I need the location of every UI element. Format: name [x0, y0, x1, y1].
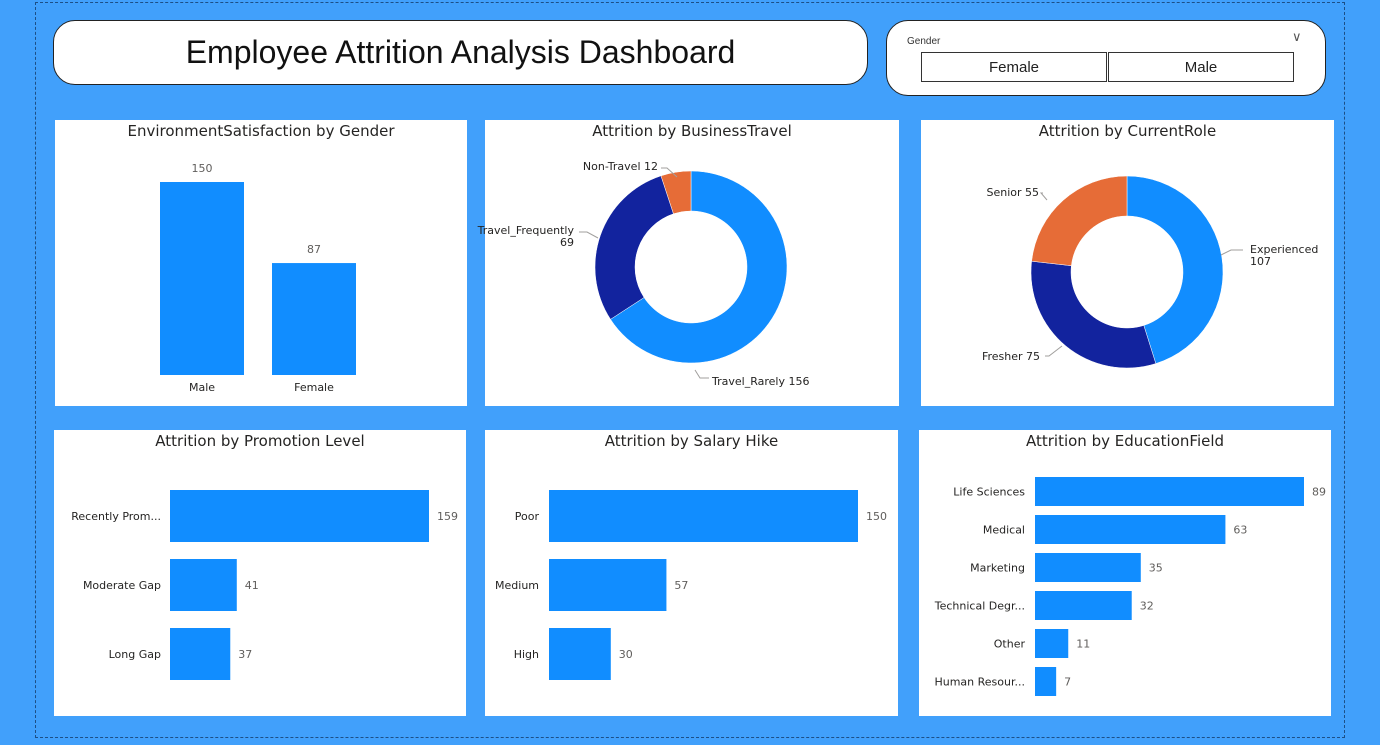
dashboard-title: Employee Attrition Analysis Dashboard: [185, 34, 736, 70]
y-tick-label: Medical: [983, 524, 1025, 537]
chart-svg: EnvironmentSatisfaction by Gender 150 Male…: [127, 122, 395, 394]
chart-title: Attrition by Promotion Level: [155, 432, 364, 450]
slice-label: 69: [560, 236, 574, 249]
donut-slice: [594, 175, 674, 320]
leader-line: [1045, 345, 1063, 357]
bar: [1035, 515, 1226, 544]
chart-panel-business-travel[interactable]: Attrition by BusinessTravel Travel_Rarely…: [477, 120, 899, 406]
leader-line: [694, 369, 709, 379]
data-label: 7: [1064, 676, 1071, 689]
bar: [1035, 667, 1057, 696]
y-tick-label: Medium: [495, 579, 539, 592]
chart-svg: Attrition by EducationField Life Sciences…: [934, 432, 1326, 696]
bar: [170, 490, 429, 542]
slice-label: Non-Travel 12: [583, 160, 658, 173]
chart-title: Attrition by BusinessTravel: [592, 122, 792, 140]
data-label: 159: [437, 510, 458, 523]
leader-line: [1220, 249, 1243, 256]
data-label: 35: [1149, 562, 1163, 575]
donut-slice: [1031, 175, 1128, 266]
donut-slice: [1030, 260, 1157, 369]
y-tick-label: Human Resour...: [934, 676, 1025, 689]
slice-label: Fresher 75: [982, 350, 1040, 363]
y-tick-label: Other: [994, 638, 1026, 651]
x-tick-label: Female: [294, 381, 334, 394]
data-label: 63: [1233, 524, 1247, 537]
bar: [549, 490, 858, 542]
bar: [1035, 591, 1132, 620]
slice-label: Travel_Rarely 156: [711, 375, 809, 388]
y-tick-label: High: [514, 648, 539, 661]
bar: [272, 263, 356, 375]
chart-panel-education-field[interactable]: Attrition by EducationField Life Sciences…: [919, 430, 1331, 716]
chart-panel-current-role[interactable]: Attrition by CurrentRole Experienced 107 Fr…: [921, 120, 1334, 406]
bar: [1035, 553, 1141, 582]
data-label: 89: [1312, 486, 1326, 499]
chart-title: Attrition by EducationField: [1026, 432, 1224, 450]
y-tick-label: Marketing: [970, 562, 1025, 575]
chart-title: EnvironmentSatisfaction by Gender: [127, 122, 395, 140]
bar: [549, 628, 611, 680]
dashboard-title-box: Employee Attrition Analysis Dashboard: [53, 20, 868, 85]
slice-label: 107: [1250, 255, 1271, 268]
data-label: 150: [866, 510, 887, 523]
gender-slicer[interactable]: Gender ∨ Female Male: [886, 20, 1326, 96]
bar: [170, 628, 231, 680]
slicer-option-male[interactable]: Male: [1108, 52, 1294, 82]
data-label: 11: [1076, 638, 1090, 651]
slicer-label: Gender: [907, 36, 941, 47]
bar: [1035, 629, 1069, 658]
chart-title: Attrition by Salary Hike: [605, 432, 778, 450]
chart-panel-promotion-level[interactable]: Attrition by Promotion Level Recently Pro…: [54, 430, 466, 716]
data-label: 87: [307, 243, 321, 256]
bar: [1035, 477, 1304, 506]
slicer-option-female[interactable]: Female: [921, 52, 1107, 82]
y-tick-label: Technical Degr...: [934, 600, 1025, 613]
chart-svg: Attrition by Salary Hike Poor 150 Medium 57 H…: [495, 432, 887, 680]
chart-svg: Attrition by CurrentRoleExperienced107Fr…: [982, 122, 1318, 369]
chart-svg: Attrition by BusinessTravel Travel_Rarely…: [477, 122, 810, 388]
bar: [170, 559, 237, 611]
bar: [549, 559, 667, 611]
y-tick-label: Life Sciences: [953, 486, 1025, 499]
chart-svg: Attrition by Promotion Level Recently Pro…: [71, 432, 458, 680]
leader-line: [1039, 192, 1048, 201]
bar: [160, 182, 244, 375]
data-label: 57: [674, 579, 688, 592]
y-tick-label: Moderate Gap: [83, 579, 161, 592]
chart-title: Attrition by CurrentRole: [1039, 122, 1216, 140]
data-label: 32: [1140, 600, 1154, 613]
leader-line: [579, 231, 599, 239]
x-tick-label: Male: [189, 381, 215, 394]
y-tick-label: Recently Prom...: [71, 510, 161, 523]
data-label: 30: [619, 648, 633, 661]
y-tick-label: Poor: [515, 510, 540, 523]
chart-panel-environment-satisfaction[interactable]: EnvironmentSatisfaction by Gender 150 Male…: [55, 120, 467, 406]
data-label: 41: [245, 579, 259, 592]
chevron-down-icon[interactable]: ∨: [1292, 30, 1302, 45]
y-tick-label: Long Gap: [109, 648, 161, 661]
data-label: 37: [238, 648, 252, 661]
data-label: 150: [192, 162, 213, 175]
slice-label: Senior 55: [986, 186, 1039, 199]
chart-panel-salary-hike[interactable]: Attrition by Salary Hike Poor 150 Medium 57 H…: [485, 430, 898, 716]
